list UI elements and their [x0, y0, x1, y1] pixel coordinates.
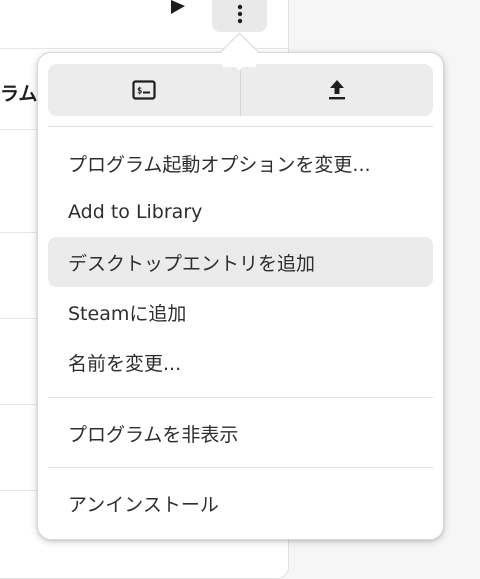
- kebab-menu-icon: [237, 4, 243, 24]
- menu-item-rename[interactable]: 名前を変更...: [48, 337, 433, 387]
- menu-item-label: プログラム起動オプションを変更...: [68, 153, 371, 176]
- menu-item-hide-program[interactable]: プログラムを非表示: [48, 408, 433, 458]
- menu-divider: [48, 397, 433, 398]
- menu-item-add-to-library[interactable]: Add to Library: [48, 187, 433, 237]
- menu-item-label: デスクトップエントリを追加: [68, 252, 316, 275]
- popover-action-bar: $: [48, 64, 433, 116]
- open-terminal-button[interactable]: $: [48, 64, 240, 116]
- terminal-icon: $: [132, 80, 156, 100]
- export-button[interactable]: [241, 64, 433, 116]
- program-title: ラム: [0, 83, 38, 105]
- menu-item-add-to-steam[interactable]: Steamに追加: [48, 287, 433, 337]
- menu-item-label: アンインストール: [68, 493, 219, 516]
- menu-item-label: 名前を変更...: [68, 352, 182, 375]
- svg-text:$: $: [137, 87, 142, 97]
- more-options-button[interactable]: [212, 0, 267, 32]
- menu-item-label: Steamに追加: [68, 302, 187, 325]
- upload-icon: [329, 80, 345, 100]
- play-icon: [171, 0, 185, 14]
- menu-divider: [48, 126, 433, 127]
- play-button[interactable]: [163, 0, 191, 20]
- menu-item-uninstall[interactable]: アンインストール: [48, 478, 433, 528]
- menu-item-label: Add to Library: [68, 201, 203, 223]
- popover-arrow-join: [222, 53, 256, 67]
- menu-item-launch-options[interactable]: プログラム起動オプションを変更...: [48, 138, 433, 188]
- menu-item-label: プログラムを非表示: [68, 423, 239, 446]
- menu-item-add-desktop-entry[interactable]: デスクトップエントリを追加: [48, 237, 433, 287]
- menu-divider: [48, 467, 433, 468]
- context-popover: $ プログラム起動オプションを変更... Add to Library デスクト…: [37, 52, 444, 540]
